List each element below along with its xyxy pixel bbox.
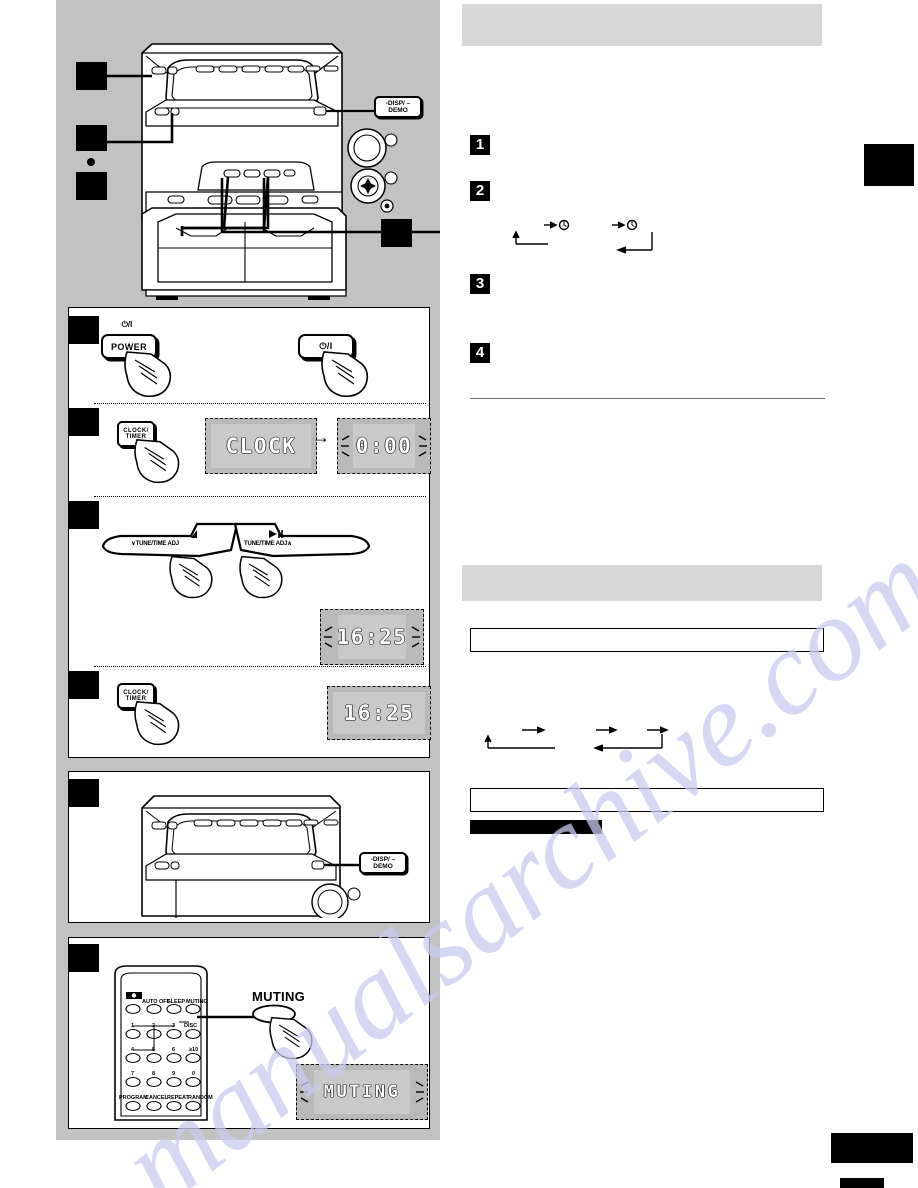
section-header-band-top — [462, 4, 822, 46]
lcd-text-time-flashing: 16:25 — [336, 625, 408, 649]
remote-label-4: 4 — [131, 1047, 135, 1053]
cycle-diagram-bottom — [484, 726, 669, 752]
hand-pointer-step4 — [134, 701, 180, 746]
left-illustration-column: -DISP/ –DEMO ⏻/I POWER ⏻/I CLOCK/ TIMER … — [56, 0, 440, 1140]
right-step-number-1: 1 — [470, 135, 490, 155]
remote-label-repeat: REPEAT — [167, 1095, 189, 1101]
lcd-display-muting: MUTING — [296, 1064, 428, 1120]
lcd-glass-time-steady: 16:25 — [333, 692, 425, 734]
lcd-text-zero: 0:00 — [355, 434, 413, 458]
step-separator-1 — [94, 403, 426, 404]
cycle-diagram-top — [512, 219, 653, 254]
note-box-top — [470, 628, 824, 652]
disp-demo-line1: -DISP/ — [385, 100, 405, 107]
lcd-display-clock: CLOCK — [205, 418, 317, 474]
remote-label-cancel: CANCEL — [145, 1095, 168, 1101]
remote-label-muting: MUTING — [186, 999, 208, 1005]
disp-demo-panel: -DISP/ –DEMO — [68, 771, 430, 923]
right-text-column: 1 2 3 4 — [462, 0, 918, 1188]
callout-chip-2 — [76, 125, 107, 151]
disp-demo-callout-button[interactable]: -DISP/ –DEMO — [374, 96, 422, 118]
lcd-display-time-flashing: 16:25 — [320, 609, 424, 665]
flash-lines-left-zero — [341, 435, 350, 457]
lcd-text-clock: CLOCK — [225, 434, 297, 458]
remote-label-disc: DISC — [184, 1023, 198, 1029]
disp-demo-panel-callout-button[interactable]: -DISP/ –DEMO — [359, 852, 407, 874]
note-box-bottom — [470, 788, 824, 812]
section-divider-rule — [470, 398, 825, 399]
step1-power-symbol: ⏻/I — [121, 320, 133, 329]
callout-chip-3 — [76, 172, 107, 200]
steps-panel: ⏻/I POWER ⏻/I CLOCK/ TIMER CLOCK → 0:00 … — [68, 307, 431, 758]
flash-lines-left-time — [324, 626, 333, 648]
lcd-glass-time-flashing: 16:25 — [336, 615, 408, 659]
disp-demo-chip — [68, 779, 99, 807]
lcd-glass-muting: MUTING — [314, 1070, 410, 1114]
device-illustration-area: -DISP/ –DEMO — [56, 0, 440, 300]
remote-label-program: PROGRAM — [119, 1095, 148, 1101]
right-step-number-4: 4 — [470, 343, 490, 363]
remote-label-5: 5 — [152, 1047, 156, 1053]
page-tab-marker — [864, 144, 914, 186]
callout-chip-4 — [381, 219, 412, 247]
callout-chip-1 — [76, 62, 107, 90]
remote-label-0: 0 — [192, 1071, 196, 1077]
muting-callout-label: MUTING — [252, 989, 306, 1004]
lcd-display-zero: 0:00 — [337, 418, 431, 474]
step4-number-chip — [68, 671, 99, 699]
step-separator-3 — [94, 666, 426, 667]
flash-lines-left-muting — [300, 1081, 309, 1103]
callout-bullet — [87, 158, 95, 166]
remote-muting-panel: AUTO OFF SLEEP MUTING 1 2 3 DISC 4 5 6 ≥… — [68, 937, 430, 1129]
remote-label-9: 9 — [172, 1071, 176, 1077]
remote-label-2: 2 — [152, 1023, 156, 1029]
lcd-text-time-steady: 16:25 — [343, 701, 415, 725]
remote-label-3: 3 — [172, 1023, 176, 1029]
remote-label-auto-off: AUTO OFF — [142, 999, 171, 1005]
hand-pointer-step1-remote — [321, 351, 369, 398]
hand-pointer-muting — [269, 1016, 313, 1060]
lcd-text-muting: MUTING — [323, 1082, 401, 1102]
section-header-band-bottom — [462, 565, 822, 601]
step-separator-2 — [94, 496, 426, 497]
step2-number-chip — [68, 408, 99, 436]
stereo-system-drawing — [102, 43, 440, 300]
disp-demo-panel-line1: -DISP/ — [370, 856, 390, 863]
right-step-number-2: 2 — [470, 181, 490, 201]
left-tune-label: ∨TUNE/TIME ADJ — [131, 541, 179, 547]
hand-pointer-step3-right — [239, 555, 283, 599]
remote-label-8: 8 — [152, 1071, 156, 1077]
lcd-glass-clock: CLOCK — [211, 424, 311, 468]
disp-demo-device-drawing — [141, 795, 364, 918]
lcd-glass-zero: 0:00 — [353, 424, 415, 468]
remote-label-sleep: SLEEP — [167, 999, 186, 1005]
flash-lines-right-muting — [415, 1081, 424, 1103]
right-tune-label: TUNE/TIME ADJ∧ — [244, 541, 292, 547]
flash-lines-right-zero — [418, 435, 427, 457]
remote-label-1: 1 — [131, 1023, 135, 1029]
remote-label-random: RANDOM — [188, 1095, 213, 1101]
flash-lines-right-time — [411, 626, 420, 648]
step3-number-chip — [68, 501, 99, 529]
hand-pointer-step1 — [124, 351, 172, 398]
lcd-display-time-steady: 16:25 — [327, 686, 431, 740]
hand-pointer-step3-left — [169, 555, 213, 599]
remote-label-6: 6 — [172, 1047, 176, 1053]
footer-black-bar — [831, 1133, 913, 1163]
step2-arrow: → — [312, 427, 330, 447]
black-heading-bar — [470, 820, 602, 834]
remote-label-7: 7 — [131, 1071, 135, 1077]
step1-number-chip — [68, 316, 99, 344]
remote-label-over10: ≥10 — [189, 1047, 199, 1053]
right-step-number-3: 3 — [470, 274, 490, 294]
footer-small-bar — [840, 1178, 884, 1188]
hand-pointer-step2 — [134, 439, 180, 484]
remote-panel-chip — [68, 944, 99, 972]
